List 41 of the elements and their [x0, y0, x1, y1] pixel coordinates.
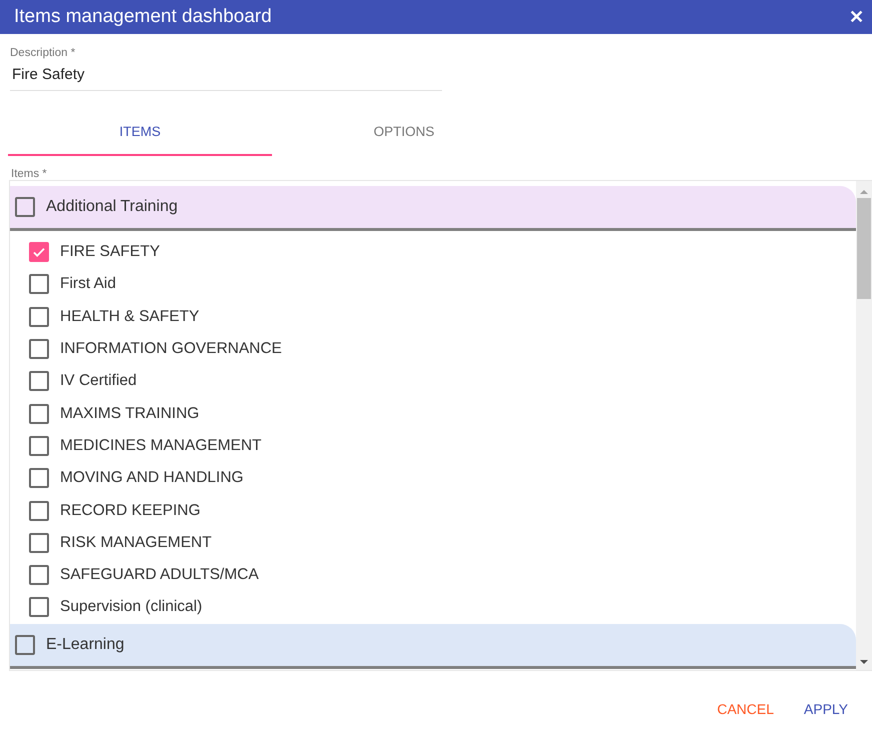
checkbox-label: HEALTH & SAFETY — [60, 308, 200, 326]
checkbox[interactable] — [29, 242, 49, 262]
checkbox-label: First Aid — [60, 275, 116, 294]
checkbox[interactable] — [15, 634, 35, 655]
description-field[interactable]: Fire Safety — [10, 59, 442, 91]
field-label: Description * — [10, 47, 76, 59]
checkbox[interactable] — [29, 597, 49, 618]
checkbox[interactable] — [29, 404, 49, 424]
checkbox-label: SAFEGUARD ADULTS/MCA — [60, 566, 259, 584]
checkbox-label: RECORD KEEPING — [60, 502, 200, 520]
close-icon[interactable]: ✕ — [849, 8, 864, 26]
checkbox-label: IV Certified — [60, 372, 137, 390]
checkbox[interactable] — [29, 306, 49, 327]
field-label: Items * — [11, 168, 48, 180]
checkbox[interactable] — [29, 565, 49, 586]
group-header[interactable]: E-Learning — [10, 624, 856, 669]
checkbox-label: MEDICINES MANAGEMENT — [60, 436, 262, 455]
group-header[interactable]: Additional Training — [10, 186, 856, 231]
checkbox-label: INFORMATION GOVERNANCE — [60, 340, 282, 358]
tab[interactable]: ITEMS — [8, 109, 272, 156]
checkbox[interactable] — [15, 197, 35, 217]
checkbox[interactable] — [29, 339, 49, 360]
tab[interactable]: OPTIONS — [272, 109, 536, 156]
apply-button[interactable]: APPLY — [796, 693, 856, 725]
checkbox-label: MOVING AND HANDLING — [60, 469, 244, 488]
checkbox[interactable] — [29, 436, 49, 456]
scrollbar[interactable] — [856, 181, 872, 670]
scroll-down-icon[interactable] — [860, 660, 868, 664]
group-label: E-Learning — [46, 636, 124, 654]
checkbox[interactable] — [29, 468, 49, 488]
checkbox-label: Supervision (clinical) — [60, 598, 202, 616]
checkbox[interactable] — [29, 274, 49, 294]
checkbox[interactable] — [29, 371, 49, 392]
checkbox-label: RISK MANAGEMENT — [60, 534, 212, 552]
checkbox-label: MAXIMS TRAINING — [60, 404, 200, 423]
checkbox-label: FIRE SAFETY — [60, 243, 160, 262]
checkbox[interactable] — [29, 500, 49, 521]
scrollbar-thumb[interactable] — [857, 198, 871, 299]
window-title: Items management dashboard — [14, 6, 272, 28]
group-label: Additional Training — [46, 198, 178, 216]
checkbox[interactable] — [29, 532, 49, 553]
